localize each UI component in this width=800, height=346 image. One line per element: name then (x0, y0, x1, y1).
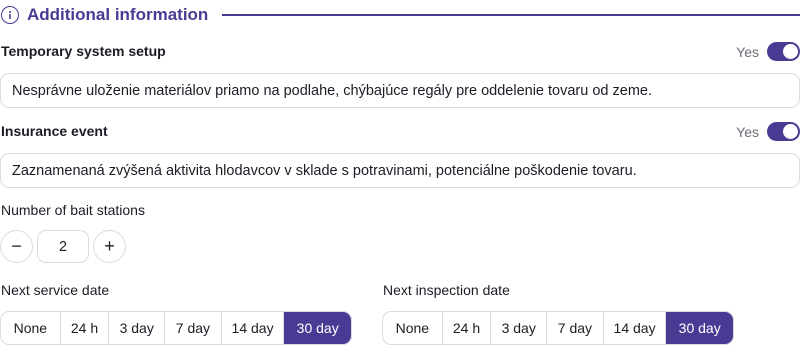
section-title: Additional information (27, 5, 209, 24)
increment-button[interactable]: + (93, 230, 126, 263)
next-inspection-option[interactable]: 3 day (491, 312, 548, 344)
next-inspection-label: Next inspection date (383, 282, 510, 298)
next-service-option[interactable]: 7 day (165, 312, 222, 344)
temporary-setup-label: Temporary system setup (1, 43, 166, 59)
next-service-option[interactable]: 14 day (222, 312, 285, 344)
next-service-option[interactable]: None (1, 312, 61, 344)
next-service-option-selected[interactable]: 30 day (284, 312, 351, 344)
next-inspection-options: None 24 h 3 day 7 day 14 day 30 day (382, 311, 734, 345)
next-service-option[interactable]: 24 h (61, 312, 110, 344)
toggle-knob (783, 124, 798, 139)
decrement-button[interactable]: − (0, 230, 33, 263)
next-inspection-option[interactable]: None (383, 312, 443, 344)
insurance-event-toggle-label: Yes (736, 123, 759, 140)
insurance-event-toggle-group: Yes (736, 122, 800, 141)
next-service-option[interactable]: 3 day (109, 312, 166, 344)
section-header: Additional information (0, 3, 800, 27)
next-inspection-option-selected[interactable]: 30 day (666, 312, 733, 344)
bait-stations-label: Number of bait stations (1, 202, 145, 218)
temporary-setup-toggle-label: Yes (736, 43, 759, 60)
next-inspection-option[interactable]: 7 day (547, 312, 604, 344)
insurance-event-toggle[interactable] (767, 122, 800, 141)
next-inspection-option[interactable]: 14 day (604, 312, 667, 344)
section-divider (222, 14, 800, 16)
temporary-setup-input[interactable]: Nesprávne uloženie materiálov priamo na … (0, 73, 800, 108)
bait-stations-stepper: − 2 + (0, 230, 126, 263)
next-inspection-option[interactable]: 24 h (443, 312, 492, 344)
toggle-knob (783, 44, 798, 59)
temporary-setup-toggle-group: Yes (736, 42, 800, 61)
insurance-event-label: Insurance event (1, 123, 108, 139)
info-icon (1, 6, 19, 24)
next-service-options: None 24 h 3 day 7 day 14 day 30 day (0, 311, 352, 345)
insurance-event-input[interactable]: Zaznamenaná zvýšená aktivita hlodavcov v… (0, 153, 800, 188)
next-service-label: Next service date (1, 282, 110, 298)
temporary-setup-toggle[interactable] (767, 42, 800, 61)
bait-stations-value[interactable]: 2 (37, 230, 89, 263)
